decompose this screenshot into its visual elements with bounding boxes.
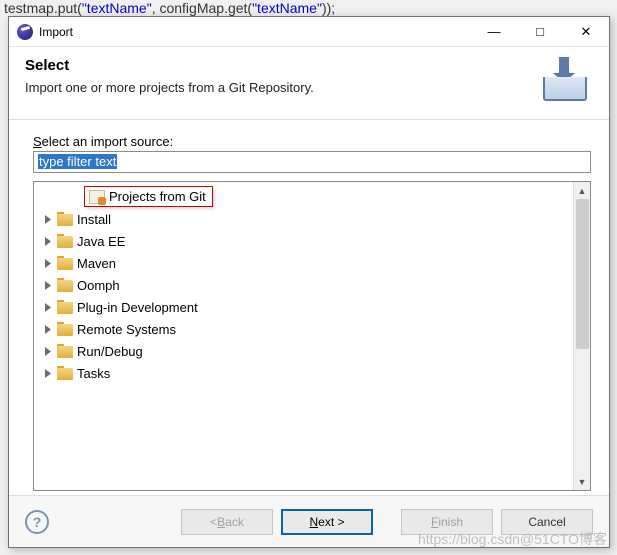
tooltip-label: Projects from Git <box>109 189 206 204</box>
code-backdrop: testmap.put("textName", configMap.get("t… <box>0 0 339 17</box>
tree-item-label: Tasks <box>77 366 110 381</box>
tree-item[interactable]: Remote Systems <box>38 318 573 340</box>
tree-item[interactable]: Install <box>38 208 573 230</box>
expander-icon[interactable] <box>44 215 53 224</box>
expander-icon[interactable] <box>44 281 53 290</box>
folder-icon <box>57 278 73 292</box>
tree-item-label: Install <box>77 212 111 227</box>
titlebar: Import — □ ✕ <box>9 17 609 47</box>
expander-icon[interactable] <box>44 259 53 268</box>
expander-icon[interactable] <box>44 325 53 334</box>
filter-input[interactable]: type filter text <box>33 151 591 173</box>
maximize-button[interactable]: □ <box>517 17 563 47</box>
back-button: < Back <box>181 509 273 535</box>
tree-item-label: Maven <box>77 256 116 271</box>
banner-heading: Select <box>25 57 537 74</box>
button-bar: ? < Back Next > Finish Cancel <box>9 495 609 547</box>
tree-item-label: Run/Debug <box>77 344 143 359</box>
help-button[interactable]: ? <box>25 510 49 534</box>
tree-item[interactable]: Run/Debug <box>38 340 573 362</box>
minimize-button[interactable]: — <box>471 17 517 47</box>
expander-icon[interactable] <box>44 369 53 378</box>
import-dialog: Import — □ ✕ Select Import one or more p… <box>8 16 610 548</box>
folder-icon <box>57 344 73 358</box>
expander-icon[interactable] <box>44 303 53 312</box>
folder-icon <box>57 234 73 248</box>
tree-item-label: Java EE <box>77 234 125 249</box>
folder-icon <box>57 300 73 314</box>
tree-item-label: Oomph <box>77 278 120 293</box>
tree-item-label: Plug-in Development <box>77 300 198 315</box>
tree-item[interactable]: Tasks <box>38 362 573 384</box>
scroll-down-icon[interactable]: ▼ <box>574 473 590 490</box>
cancel-button[interactable]: Cancel <box>501 509 593 535</box>
eclipse-icon <box>17 24 33 40</box>
folder-icon <box>57 366 73 380</box>
source-label: Select an import source: <box>33 134 591 149</box>
dialog-title: Import <box>39 25 73 39</box>
close-button[interactable]: ✕ <box>563 17 609 47</box>
banner: Select Import one or more projects from … <box>9 47 609 120</box>
import-tree[interactable]: Projects from Git Install Java EE Maven Oom… <box>33 181 591 491</box>
tooltip-projects-from-git: Projects from Git <box>84 186 213 207</box>
scrollbar[interactable]: ▲ ▼ <box>573 182 590 490</box>
folder-icon <box>57 212 73 226</box>
tree-item[interactable]: Java EE <box>38 230 573 252</box>
import-icon <box>537 57 593 105</box>
folder-icon <box>57 322 73 336</box>
tree-item[interactable]: Plug-in Development <box>38 296 573 318</box>
next-button[interactable]: Next > <box>281 509 373 535</box>
finish-button: Finish <box>401 509 493 535</box>
tree-item[interactable]: Maven <box>38 252 573 274</box>
expander-icon[interactable] <box>44 237 53 246</box>
scroll-thumb[interactable] <box>576 199 589 349</box>
banner-description: Import one or more projects from a Git R… <box>25 80 537 95</box>
tree-item[interactable]: Oomph <box>38 274 573 296</box>
scroll-up-icon[interactable]: ▲ <box>574 182 590 199</box>
git-project-icon <box>89 190 105 204</box>
folder-icon <box>57 256 73 270</box>
tree-item-label: Remote Systems <box>77 322 176 337</box>
expander-icon[interactable] <box>44 347 53 356</box>
